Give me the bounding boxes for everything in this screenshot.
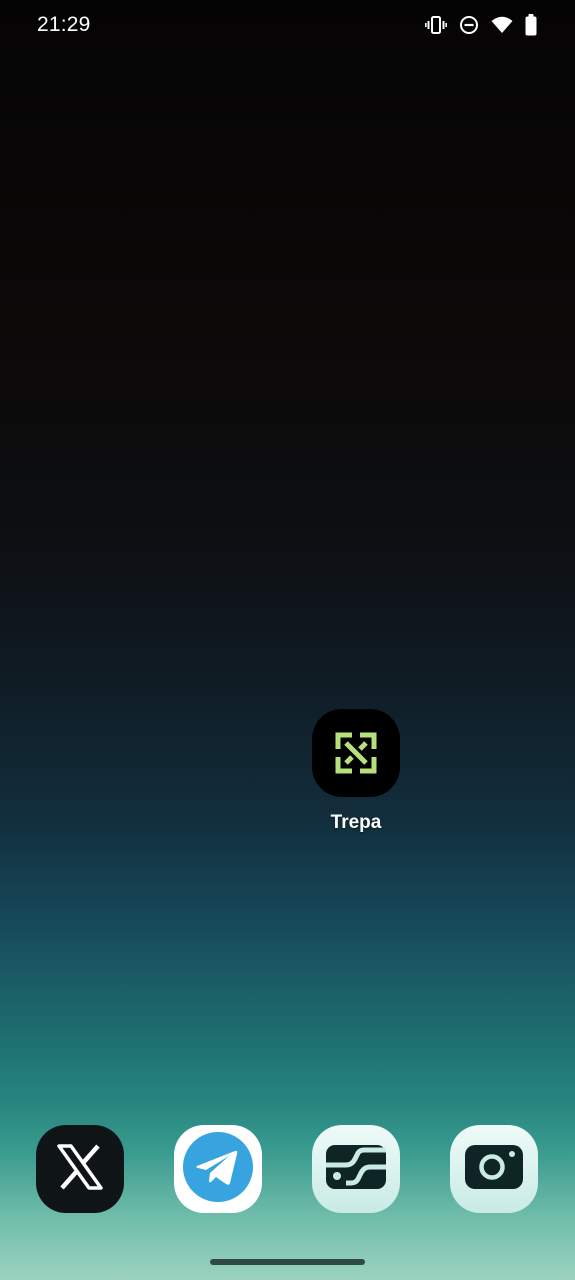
dock-app-telegram[interactable] — [174, 1125, 262, 1213]
camera-icon — [463, 1142, 525, 1197]
do-not-disturb-icon — [459, 15, 479, 35]
home-app-trepa[interactable]: Trepa — [296, 709, 416, 834]
wallet-icon — [324, 1141, 388, 1198]
dock-app-camera[interactable] — [450, 1125, 538, 1213]
battery-icon — [525, 14, 537, 36]
wifi-icon — [491, 16, 513, 34]
trepa-logo-icon — [312, 709, 400, 797]
status-bar: 21:29 — [0, 0, 575, 52]
x-logo-icon — [56, 1143, 104, 1195]
status-icons — [425, 14, 537, 36]
navigation-handle[interactable] — [210, 1259, 365, 1265]
telegram-icon — [182, 1131, 254, 1208]
dock-app-x[interactable] — [36, 1125, 124, 1213]
app-label-trepa: Trepa — [330, 812, 382, 833]
status-time: 21:29 — [37, 13, 91, 36]
vibrate-icon — [425, 14, 447, 36]
dock-app-wallet[interactable] — [312, 1125, 400, 1213]
